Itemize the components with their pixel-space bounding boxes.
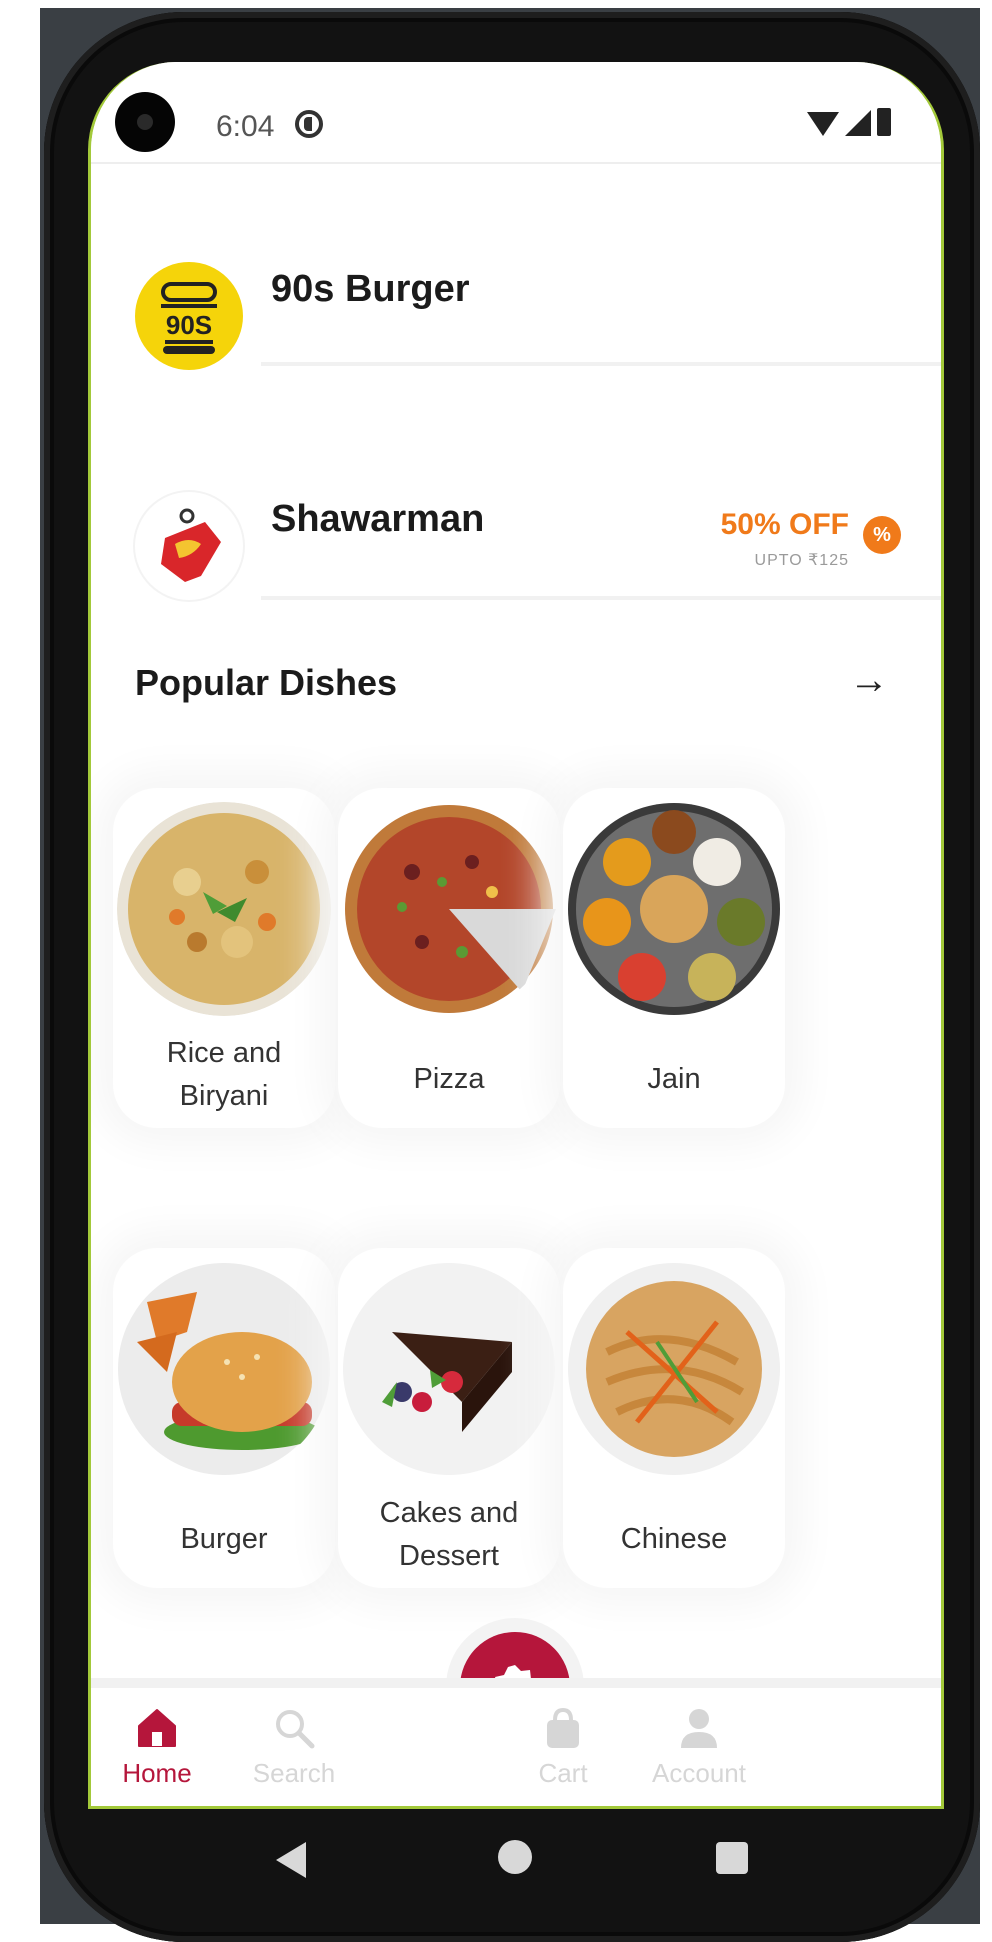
wifi-icon — [807, 112, 839, 136]
dish-label: Cakes and Dessert — [338, 1492, 560, 1578]
dish-card-chinese[interactable]: Chinese — [563, 1248, 785, 1588]
nav-item-home[interactable]: Home — [97, 1706, 217, 1789]
dish-label: Jain — [647, 1063, 701, 1095]
cart-icon — [541, 1706, 585, 1750]
dish-card-pizza[interactable]: Pizza — [338, 788, 560, 1128]
section-title: Popular Dishes — [135, 662, 398, 703]
divider — [261, 596, 941, 600]
restaurant-logo — [135, 492, 243, 600]
discount-badge-icon: % — [863, 516, 901, 554]
nav-item-search[interactable]: Search — [234, 1706, 354, 1789]
pizza-image — [342, 802, 556, 1016]
recent-apps-icon[interactable] — [716, 1842, 748, 1874]
logo-text: 90S — [166, 310, 212, 340]
offer-title: 50% OFF — [720, 508, 849, 541]
restaurant-name: Shawarman — [271, 498, 485, 540]
status-time: 6:04 — [216, 110, 275, 143]
cake-image — [342, 1262, 556, 1476]
offer-tag: 50% OFF UPTO ₹125 % — [721, 508, 901, 570]
status-icons — [807, 108, 891, 136]
divider — [261, 362, 941, 366]
nav-label: Search — [252, 1758, 336, 1788]
restaurant-item-90s-burger[interactable]: 90S 90s Burger — [91, 182, 941, 402]
home-icon — [135, 1706, 179, 1750]
dish-label: Chinese — [620, 1523, 728, 1555]
status-bar: 6:04 — [91, 62, 941, 164]
dish-label: Burger — [180, 1523, 268, 1555]
nav-item-account[interactable]: Account — [639, 1706, 759, 1789]
restaurant-logo: 90S — [135, 262, 243, 370]
nav-item-cart[interactable]: Cart — [503, 1706, 623, 1789]
arrow-right-icon[interactable]: → — [849, 658, 889, 703]
biryani-image — [117, 802, 331, 1016]
nav-label: Home — [122, 1758, 192, 1788]
signal-icon — [845, 110, 871, 136]
dish-label-line: Biryani — [179, 1080, 269, 1112]
dish-label: Rice and Biryani — [113, 1032, 335, 1118]
battery-icon — [877, 108, 891, 136]
data-saver-icon — [295, 110, 323, 138]
bottom-navigation: Home Search Cart Account — [91, 1678, 941, 1806]
dish-label-line: Cakes and — [379, 1497, 519, 1529]
nav-label: Account — [652, 1758, 746, 1788]
dish-card-rice-and-biryani[interactable]: Rice and Biryani — [113, 788, 335, 1128]
offer-subtitle: UPTO ₹125 — [754, 552, 849, 569]
home-button-icon[interactable] — [498, 1840, 532, 1874]
back-icon[interactable] — [276, 1842, 306, 1878]
search-icon — [272, 1706, 316, 1750]
jain-thali-image — [567, 802, 781, 1016]
restaurant-name: 90s Burger — [271, 268, 470, 310]
dish-card-burger[interactable]: Burger — [113, 1248, 335, 1588]
nav-label: Cart — [538, 1758, 588, 1788]
front-camera — [115, 92, 175, 152]
app-screen: 6:04 90S 90s Burger Shawarman 50% OFF UP… — [88, 62, 944, 1809]
dish-label-line: Dessert — [399, 1540, 499, 1572]
account-icon — [677, 1706, 721, 1750]
shawarma-logo-icon — [161, 508, 221, 582]
noodles-image — [567, 1262, 781, 1476]
burger-logo-icon: 90S — [161, 282, 217, 354]
dish-label: Pizza — [413, 1063, 485, 1095]
dish-card-cakes-and-dessert[interactable]: Cakes and Dessert — [338, 1248, 560, 1588]
system-navigation-bar — [88, 1812, 938, 1912]
burger-image — [117, 1262, 331, 1476]
dish-label-line: Rice and — [166, 1037, 282, 1069]
dish-card-jain[interactable]: Jain — [563, 788, 785, 1128]
